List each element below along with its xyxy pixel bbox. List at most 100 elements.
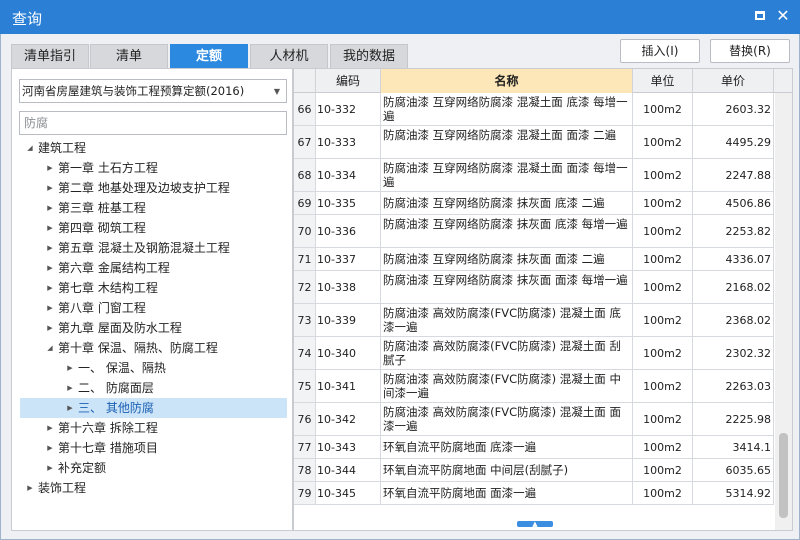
unit-cell: 100m2	[633, 126, 693, 158]
row-number: 72	[294, 271, 316, 303]
row-number: 70	[294, 215, 316, 247]
tree-item[interactable]: ▶ 第十七章 措施项目	[20, 438, 287, 458]
restore-icon[interactable]	[752, 8, 768, 24]
tree-item[interactable]: ▶ 第一章 土石方工程	[20, 158, 287, 178]
tree-item[interactable]: ▶ 第十六章 拆除工程	[20, 418, 287, 438]
tree-item-label: 装饰工程	[38, 481, 87, 495]
collapsed-arrow-icon[interactable]: ▶	[44, 418, 56, 438]
row-number: 79	[294, 482, 316, 504]
tree-item-label: 一、 保温、隔热	[78, 361, 166, 375]
unit-cell: 100m2	[633, 271, 693, 303]
table-row[interactable]: 74 10-340 防腐油漆 高效防腐漆(FVC防腐漆) 混凝土面 刮腻子 100m2…	[294, 337, 774, 370]
table-row[interactable]: 73 10-339 防腐油漆 高效防腐漆(FVC防腐漆) 混凝土面 底漆一遍 100m…	[294, 304, 774, 337]
tree-item[interactable]: ▶ 二、 防腐面层	[20, 378, 287, 398]
collapsed-arrow-icon[interactable]: ▶	[44, 258, 56, 278]
table-row[interactable]: 77 10-343 环氧自流平防腐地面 底漆一遍 100m2 3414.1	[294, 436, 774, 459]
name-cell: 防腐油漆 高效防腐漆(FVC防腐漆) 混凝土面 面漆一遍	[381, 403, 633, 435]
price-cell: 5314.92	[693, 482, 774, 504]
tree-item[interactable]: ▶ 第四章 砌筑工程	[20, 218, 287, 238]
name-cell: 防腐油漆 互穿网络防腐漆 混凝土面 面漆 二遍	[381, 126, 633, 158]
code-cell: 10-342	[316, 403, 381, 435]
table-row[interactable]: 71 10-337 防腐油漆 互穿网络防腐漆 抹灰面 面漆 二遍 100m2 4336.…	[294, 248, 774, 271]
collapsed-arrow-icon[interactable]: ▶	[44, 438, 56, 458]
tree-item[interactable]: ▶ 第九章 屋面及防水工程	[20, 318, 287, 338]
tree-item[interactable]: ▶ 第八章 门窗工程	[20, 298, 287, 318]
vertical-scrollbar[interactable]	[775, 93, 792, 530]
tree-item-label: 第九章 屋面及防水工程	[58, 321, 182, 335]
tab-bill-guide[interactable]: 清单指引	[11, 44, 89, 68]
tree-item[interactable]: ▶ 装饰工程	[20, 478, 287, 498]
tree-item[interactable]: ◢ 建筑工程	[20, 138, 287, 158]
table-row[interactable]: 68 10-334 防腐油漆 互穿网络防腐漆 混凝土面 面漆 每增一遍 100m2 22…	[294, 159, 774, 192]
tree-item[interactable]: ◢ 第十章 保温、隔热、防腐工程	[20, 338, 287, 358]
tab-my-data[interactable]: 我的数据	[330, 44, 408, 68]
tree-item[interactable]: ▶ 第五章 混凝土及钢筋混凝土工程	[20, 238, 287, 258]
unit-cell: 100m2	[633, 215, 693, 247]
unit-cell: 100m2	[633, 459, 693, 481]
tree-item[interactable]: ▶ 三、 其他防腐	[20, 398, 287, 418]
tree-item[interactable]: ▶ 第六章 金属结构工程	[20, 258, 287, 278]
name-cell: 防腐油漆 互穿网络防腐漆 抹灰面 面漆 每增一遍	[381, 271, 633, 303]
scrollbar-thumb[interactable]	[779, 433, 788, 518]
header-code[interactable]: 编码	[316, 69, 381, 93]
tree-item[interactable]: ▶ 第三章 桩基工程	[20, 198, 287, 218]
search-input[interactable]	[19, 111, 287, 135]
tab-quota[interactable]: 定额	[170, 44, 248, 68]
tree-item[interactable]: ▶ 一、 保温、隔热	[20, 358, 287, 378]
tab-bill[interactable]: 清单	[90, 44, 168, 68]
header-unit[interactable]: 单位	[633, 69, 693, 93]
table-row[interactable]: 67 10-333 防腐油漆 互穿网络防腐漆 混凝土面 面漆 二遍 100m2 4495…	[294, 126, 774, 159]
collapsed-arrow-icon[interactable]: ▶	[64, 358, 76, 378]
collapsed-arrow-icon[interactable]: ▶	[44, 458, 56, 478]
collapsed-arrow-icon[interactable]: ▶	[44, 298, 56, 318]
expanded-arrow-icon[interactable]: ◢	[44, 338, 56, 358]
tree-item[interactable]: ▶ 补充定额	[20, 458, 287, 478]
tree-item-label: 补充定额	[58, 461, 107, 475]
name-cell: 防腐油漆 高效防腐漆(FVC防腐漆) 混凝土面 底漆一遍	[381, 304, 633, 336]
table-row[interactable]: 69 10-335 防腐油漆 互穿网络防腐漆 抹灰面 底漆 二遍 100m2 4506.…	[294, 192, 774, 215]
collapsed-arrow-icon[interactable]: ▶	[44, 318, 56, 338]
header-price[interactable]: 单价	[693, 69, 774, 93]
collapsed-arrow-icon[interactable]: ▶	[24, 478, 36, 498]
collapse-grip-icon[interactable]: ▲	[517, 521, 553, 528]
collapsed-arrow-icon[interactable]: ▶	[44, 278, 56, 298]
table-row[interactable]: 66 10-332 防腐油漆 互穿网络防腐漆 混凝土面 底漆 每增一遍 100m2 26…	[294, 93, 774, 126]
code-cell: 10-343	[316, 436, 381, 458]
table-row[interactable]: 75 10-341 防腐油漆 高效防腐漆(FVC防腐漆) 混凝土面 中间漆一遍 100…	[294, 370, 774, 403]
collapsed-arrow-icon[interactable]: ▶	[64, 378, 76, 398]
table-row[interactable]: 79 10-345 环氧自流平防腐地面 面漆一遍 100m2 5314.92	[294, 482, 774, 505]
code-cell: 10-338	[316, 271, 381, 303]
table-row[interactable]: 76 10-342 防腐油漆 高效防腐漆(FVC防腐漆) 混凝土面 面漆一遍 100m…	[294, 403, 774, 436]
expanded-arrow-icon[interactable]: ◢	[24, 138, 36, 158]
insert-button[interactable]: 插入(I)	[620, 39, 700, 63]
name-cell: 防腐油漆 互穿网络防腐漆 混凝土面 底漆 每增一遍	[381, 93, 633, 125]
code-cell: 10-340	[316, 337, 381, 369]
unit-cell: 100m2	[633, 370, 693, 402]
code-cell: 10-332	[316, 93, 381, 125]
tab-labor-material[interactable]: 人材机	[250, 44, 328, 68]
price-cell: 2302.32	[693, 337, 774, 369]
collapsed-arrow-icon[interactable]: ▶	[44, 238, 56, 258]
collapsed-arrow-icon[interactable]: ▶	[44, 218, 56, 238]
tree-item[interactable]: ▶ 第七章 木结构工程	[20, 278, 287, 298]
table-row[interactable]: 72 10-338 防腐油漆 互穿网络防腐漆 抹灰面 面漆 每增一遍 100m2 216…	[294, 271, 774, 304]
replace-button[interactable]: 替换(R)	[710, 39, 790, 63]
row-number: 68	[294, 159, 316, 191]
quota-library-select[interactable]: 河南省房屋建筑与装饰工程预算定额(2016) ▼	[19, 79, 287, 103]
collapsed-arrow-icon[interactable]: ▶	[44, 198, 56, 218]
collapsed-arrow-icon[interactable]: ▶	[44, 178, 56, 198]
chevron-down-icon: ▼	[273, 87, 280, 96]
tree-item[interactable]: ▶ 第二章 地基处理及边坡支护工程	[20, 178, 287, 198]
close-icon[interactable]: ✕	[775, 8, 791, 24]
collapsed-arrow-icon[interactable]: ▶	[44, 158, 56, 178]
tree-item-label: 第十六章 拆除工程	[58, 421, 158, 435]
table-row[interactable]: 78 10-344 环氧自流平防腐地面 中间层(刮腻子) 100m2 6035.65	[294, 459, 774, 482]
tree-item-label: 三、 其他防腐	[78, 401, 154, 415]
header-name[interactable]: 名称	[381, 69, 633, 93]
tree-item-label: 第七章 木结构工程	[58, 281, 158, 295]
tree-item-label: 第八章 门窗工程	[58, 301, 146, 315]
table-row[interactable]: 70 10-336 防腐油漆 互穿网络防腐漆 抹灰面 底漆 每增一遍 100m2 225…	[294, 215, 774, 248]
code-cell: 10-337	[316, 248, 381, 270]
name-cell: 环氧自流平防腐地面 面漆一遍	[381, 482, 633, 504]
collapsed-arrow-icon[interactable]: ▶	[64, 398, 76, 418]
